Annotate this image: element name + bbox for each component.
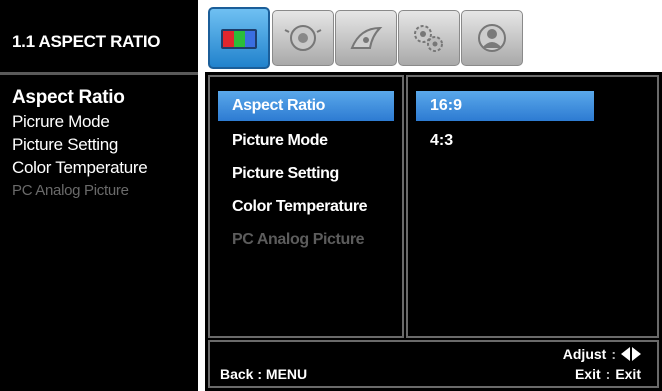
menu-item-aspect-ratio[interactable]: Aspect Ratio	[218, 91, 394, 121]
adjust-hint: Adjust :	[563, 346, 641, 362]
tab-function[interactable]	[335, 10, 397, 66]
info-item-aspect-ratio: Aspect Ratio	[12, 87, 125, 108]
info-item-picture-setting: Picture Setting	[12, 135, 119, 154]
menu-item-picture-mode[interactable]: Picture Mode	[218, 124, 394, 157]
tab-sound[interactable]	[272, 10, 334, 66]
category-tabs	[205, 0, 662, 72]
exit-value: Exit	[615, 366, 641, 382]
hint-separator: :	[605, 366, 611, 382]
info-item-color-temperature: Color Temperature	[12, 158, 148, 177]
tab-user[interactable]	[461, 10, 523, 66]
panel-title: 1.1 ASPECT RATIO	[12, 32, 161, 51]
sound-icon	[284, 25, 322, 51]
options-list: 16:9 4:3	[416, 91, 594, 157]
user-icon	[478, 24, 506, 52]
info-item-picture-mode: Picrure Mode	[12, 112, 110, 131]
menu-item-color-temperature[interactable]: Color Temperature	[218, 190, 394, 223]
panel-divider	[0, 72, 198, 75]
exit-label: Exit	[574, 366, 601, 382]
arrow-right-icon	[632, 347, 641, 361]
menu-item-pc-analog-picture: PC Analog Picture	[232, 231, 365, 248]
arrow-left-icon	[621, 347, 630, 361]
option-16-9[interactable]: 16:9	[416, 91, 594, 121]
info-panel: 1.1 ASPECT RATIO Aspect Ratio Picrure Mo…	[0, 0, 198, 391]
submenu-panel: Aspect Ratio Picture Mode Picture Settin…	[208, 75, 404, 338]
tv-osd-menu: 1.1 ASPECT RATIO Aspect Ratio Picrure Mo…	[0, 0, 662, 391]
tab-setup[interactable]	[398, 10, 460, 66]
back-hint: Back : MENU	[220, 366, 308, 382]
setup-icon	[414, 25, 443, 52]
tab-picture[interactable]	[208, 7, 270, 69]
info-item-pc-analog-picture: PC Analog Picture	[12, 182, 129, 199]
adjust-label: Adjust	[562, 346, 607, 362]
menu-area: Aspect Ratio Picture Mode Picture Settin…	[205, 72, 662, 391]
key-hint-bar: Back : MENU Adjust : Exit: Exit	[208, 340, 659, 388]
options-panel: 16:9 4:3	[406, 75, 659, 338]
hint-separator: :	[611, 346, 616, 362]
option-4-3[interactable]: 4:3	[416, 124, 594, 157]
info-list: Aspect Ratio Picrure Mode Picture Settin…	[12, 86, 148, 202]
submenu-list: Aspect Ratio Picture Mode Picture Settin…	[218, 91, 394, 256]
picture-icon	[221, 29, 257, 49]
menu-item-picture-setting[interactable]: Picture Setting	[218, 157, 394, 190]
function-icon	[350, 26, 383, 49]
exit-hint: Exit: Exit	[575, 366, 641, 382]
